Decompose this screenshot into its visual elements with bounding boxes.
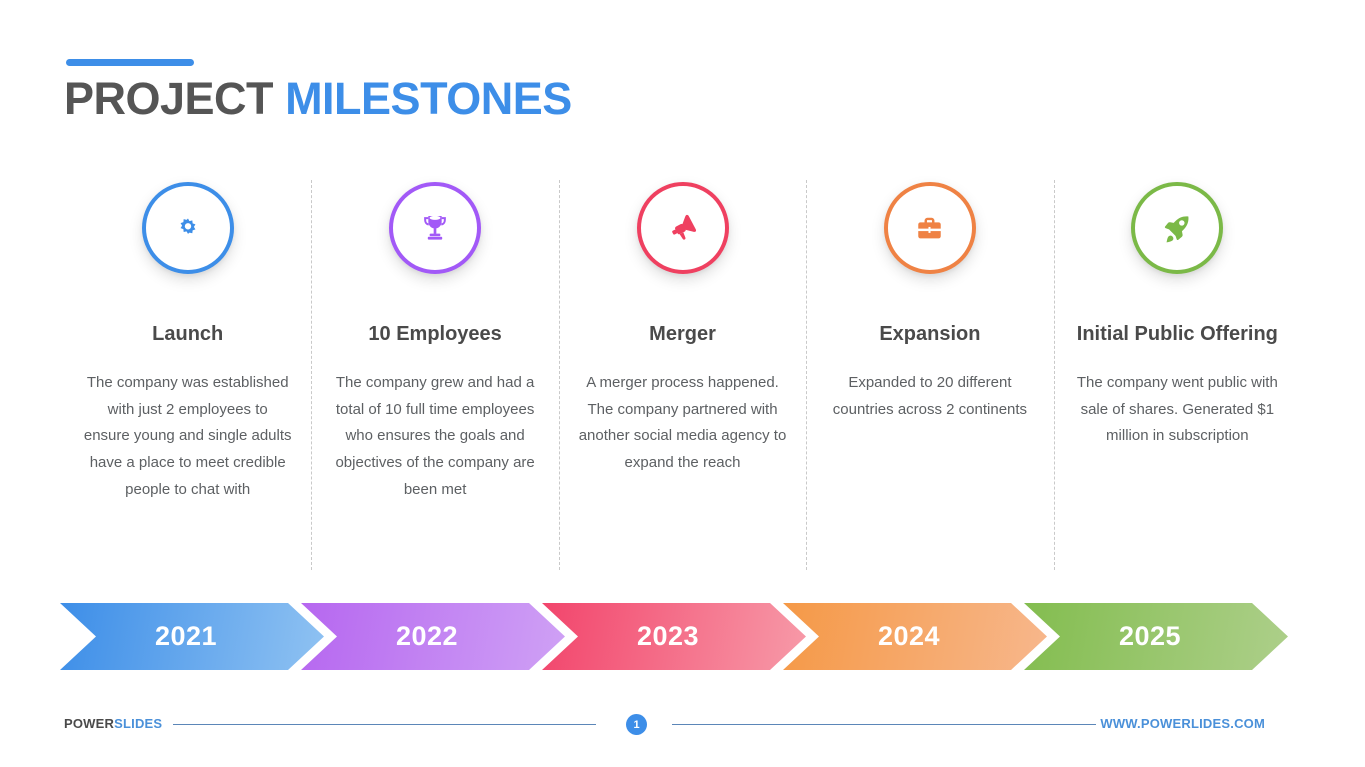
milestone-body-1: The company was established with just 2 …: [83, 374, 292, 498]
milestone-body-2: The company grew and had a total of 10 f…: [335, 374, 535, 498]
milestone-icon-wrap-5: [1131, 182, 1224, 274]
page-number-badge: 1: [626, 714, 647, 735]
megaphone-icon: [671, 214, 696, 240]
milestone-icon-circle-3: [636, 182, 729, 274]
milestone-icon-circle-2: [389, 182, 482, 274]
brand-part2: SLIDES: [114, 716, 163, 731]
timeline-year-label-1: 2021: [154, 621, 218, 651]
page-title-part2: MILESTONES: [285, 73, 572, 124]
brand-part1: POWER: [64, 716, 115, 731]
briefcase-icon: [917, 217, 943, 238]
title-accent-bar: [66, 59, 194, 66]
milestone-title-4: Expansion: [879, 323, 981, 345]
footer-rule-right: [672, 724, 1096, 725]
milestone-column-5: Initial Public Offering The company went…: [1053, 170, 1301, 570]
timeline-chevron-2022[interactable]: 2022: [301, 603, 565, 670]
brand-logo: POWERSLIDES: [64, 716, 162, 731]
year-timeline: 2021 2022 2023 2024 2025: [60, 603, 1288, 670]
timeline-year-label-4: 2024: [877, 621, 941, 651]
milestone-column-4: Expansion Expanded to 20 different count…: [806, 170, 1053, 570]
milestone-icon-wrap-1: [141, 182, 234, 274]
timeline-chevron-2021[interactable]: 2021: [60, 603, 324, 670]
milestone-title-2: 10 Employees: [368, 323, 502, 345]
milestone-body-3: A merger process happened. The company p…: [578, 374, 787, 472]
milestone-icon-circle-5: [1131, 182, 1224, 274]
timeline-year-label-5: 2025: [1118, 621, 1182, 651]
slide: PROJECT MILESTONES Launch The company wa…: [0, 0, 1365, 767]
milestone-title-1: Launch: [152, 323, 224, 345]
milestone-body-5: The company went public with sale of sha…: [1076, 374, 1278, 445]
website-link[interactable]: WWW.POWERLIDES.COM: [1100, 716, 1265, 731]
milestone-icon-wrap-3: [636, 182, 729, 274]
timeline-year-label-3: 2023: [636, 621, 700, 651]
milestone-columns: Launch The company was established with …: [64, 170, 1301, 570]
timeline-chevron-2023[interactable]: 2023: [542, 603, 806, 670]
milestone-icon-wrap-2: [389, 182, 482, 274]
footer-rule-left: [173, 724, 596, 725]
page-title-part1: PROJECT: [64, 73, 274, 124]
milestone-icon-circle-4: [883, 182, 976, 274]
milestone-column-3: Merger A merger process happened. The co…: [558, 170, 806, 570]
timeline-chevron-2024[interactable]: 2024: [783, 603, 1047, 670]
trophy-icon: [424, 215, 446, 240]
timeline-year-label-2: 2022: [395, 621, 459, 651]
milestone-column-2: 10 Employees The company grew and had a …: [311, 170, 558, 570]
milestone-body-4: Expanded to 20 different countries acros…: [832, 374, 1028, 418]
milestone-title-5: Initial Public Offering: [1076, 323, 1278, 345]
timeline-chevron-2025[interactable]: 2025: [1024, 603, 1288, 670]
gear-icon: [180, 218, 196, 234]
milestone-title-3: Merger: [649, 323, 716, 345]
milestone-icon-circle-1: [141, 182, 234, 274]
rocket-icon: [1165, 216, 1189, 243]
milestone-icon-wrap-4: [883, 182, 976, 274]
milestone-column-1: Launch The company was established with …: [64, 170, 311, 570]
page-title: PROJECT MILESTONES: [64, 74, 572, 124]
